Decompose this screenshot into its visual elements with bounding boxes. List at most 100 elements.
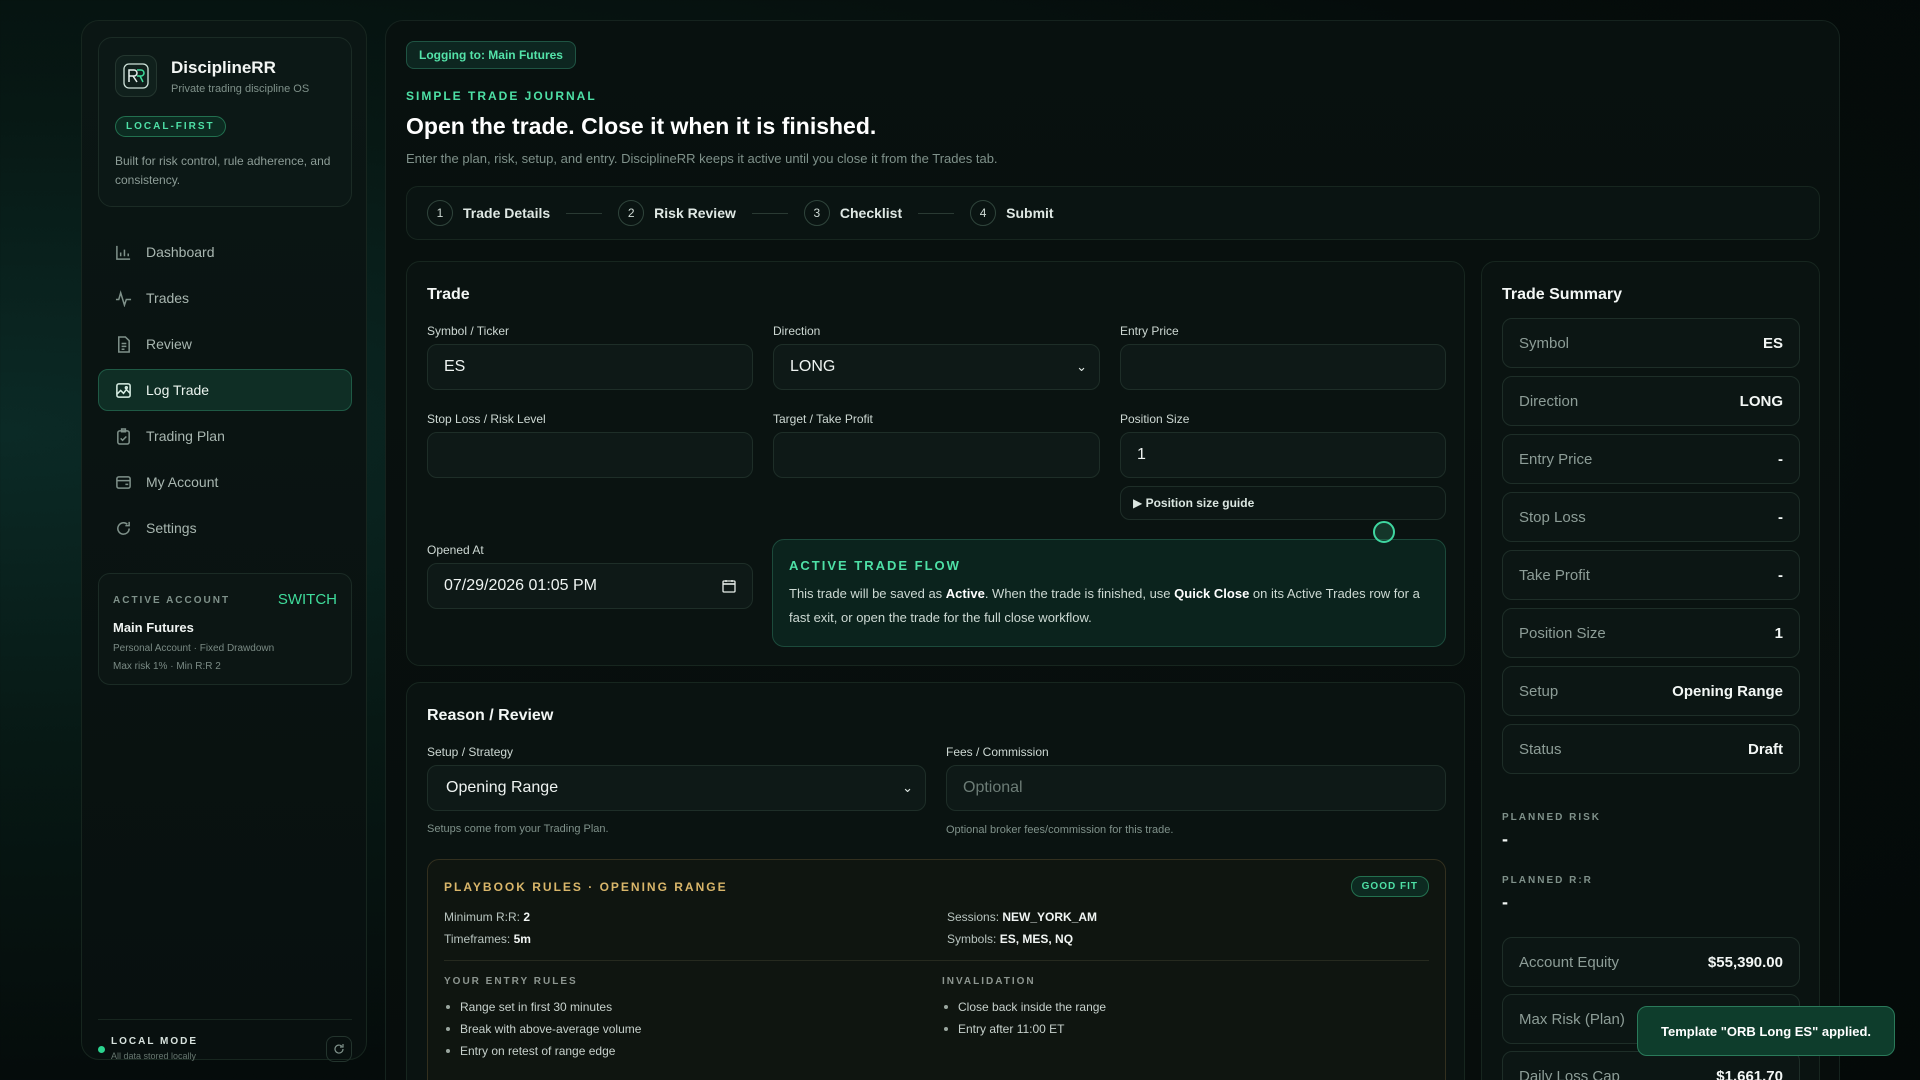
sidebar-item-my-account[interactable]: My Account <box>98 461 352 503</box>
step-label: Checklist <box>839 205 903 221</box>
sidebar-item-label: Trading Plan <box>146 428 225 444</box>
entry-rules-title: YOUR ENTRY RULES <box>444 976 578 987</box>
brand-logo-icon <box>123 63 149 89</box>
fees-label: Fees / Commission <box>946 745 1049 759</box>
playbook-min-rr: Minimum R:R: 2 <box>444 910 531 924</box>
target-input[interactable] <box>773 432 1100 478</box>
calendar-icon[interactable] <box>722 579 736 593</box>
trade-panel-title: Trade <box>427 286 470 303</box>
sidebar-item-label: Log Trade <box>146 382 210 398</box>
logging-to-pill: Logging to: Main Futures <box>406 41 576 69</box>
main-content: Logging to: Main Futures SIMPLE TRADE JO… <box>385 20 1840 1080</box>
step-number: 1 <box>427 200 453 226</box>
toast-notification[interactable]: Template "ORB Long ES" applied. <box>1637 1006 1895 1056</box>
step-checklist[interactable]: 3 Checklist <box>803 200 903 226</box>
local-first-badge: LOCAL-FIRST <box>115 116 226 137</box>
summary-row-entry-price: Entry Price - <box>1502 434 1800 484</box>
account-type: Personal Account · Fixed Drawdown <box>113 643 275 654</box>
opened-at-input[interactable]: 07/29/2026 01:05 PM <box>427 563 753 609</box>
stepper: 1 Trade Details 2 Risk Review 3 Checklis… <box>406 186 1820 240</box>
planned-risk-value: - <box>1502 829 1508 849</box>
clipboard-icon <box>117 427 130 445</box>
sidebar-item-dashboard[interactable]: Dashboard <box>98 231 352 273</box>
chevron-down-icon: ⌄ <box>1076 359 1087 374</box>
step-risk-review[interactable]: 2 Risk Review <box>618 200 736 226</box>
step-trade-details[interactable]: 1 Trade Details <box>427 200 550 226</box>
entry-price-label: Entry Price <box>1120 324 1179 338</box>
account-meta: Personal Account · Fixed Drawdown Max ri… <box>113 640 274 676</box>
stop-loss-input[interactable] <box>427 432 753 478</box>
symbol-label: Symbol / Ticker <box>427 324 510 338</box>
switch-account-button[interactable]: SWITCH <box>278 591 337 608</box>
sidebar-item-review[interactable]: Review <box>98 323 352 365</box>
brand-logo <box>115 55 157 97</box>
step-divider <box>566 212 603 214</box>
summary-row-status: Status Draft <box>1502 724 1800 774</box>
step-divider <box>751 212 788 214</box>
step-label: Submit <box>1006 205 1054 221</box>
summary-row-position-size: Position Size 1 <box>1502 608 1800 658</box>
fees-hint: Optional broker fees/commission for this… <box>946 824 1174 836</box>
setup-value: Opening Range <box>446 779 559 796</box>
position-size-input[interactable]: 1 <box>1120 432 1446 478</box>
planned-risk-label: PLANNED RISK <box>1502 812 1602 823</box>
setup-hint: Setups come from your Trading Plan. <box>427 823 609 835</box>
image-chart-icon <box>116 382 131 398</box>
step-submit[interactable]: 4 Submit <box>970 200 1054 226</box>
direction-label: Direction <box>773 324 821 338</box>
account-name: Main Futures <box>113 620 194 635</box>
sidebar-nav: Dashboard Trades Review Log Trade Tradin… <box>98 231 352 553</box>
position-size-label: Position Size <box>1120 412 1190 426</box>
sync-icon <box>334 1044 344 1054</box>
step-divider <box>918 212 955 214</box>
setup-label: Setup / Strategy <box>427 745 514 759</box>
target-label: Target / Take Profit <box>773 412 873 426</box>
summary-row-symbol: Symbol ES <box>1502 318 1800 368</box>
list-item: Break with above-average volume <box>444 1018 641 1040</box>
summary-row-direction: Direction LONG <box>1502 376 1800 426</box>
sidebar: DisciplineRR Private trading discipline … <box>81 20 367 1062</box>
sidebar-item-label: Settings <box>146 520 197 536</box>
status-dot-icon <box>98 1046 105 1053</box>
trade-summary-title: Trade Summary <box>1502 286 1623 303</box>
activity-icon <box>115 289 132 307</box>
entry-price-input[interactable] <box>1120 344 1446 390</box>
sidebar-item-trades[interactable]: Trades <box>98 277 352 319</box>
step-number: 2 <box>618 200 645 226</box>
list-item: Entry after 11:00 ET <box>942 1018 1106 1040</box>
playbook-sessions: Sessions: NEW_YORK_AM <box>947 910 1098 924</box>
symbol-input[interactable]: ES <box>427 344 753 390</box>
playbook-symbols: Symbols: ES, MES, NQ <box>947 932 1074 946</box>
bar-chart-icon <box>116 245 131 260</box>
list-item: Close back inside the range <box>942 996 1106 1018</box>
planned-rr-value: - <box>1502 892 1508 912</box>
invalidation-list: Close back inside the range Entry after … <box>942 996 1106 1040</box>
page-eyebrow: SIMPLE TRADE JOURNAL <box>406 89 597 103</box>
refresh-icon <box>117 521 130 535</box>
step-number: 4 <box>970 200 997 226</box>
wallet-icon <box>116 475 131 489</box>
sidebar-item-label: Trades <box>146 290 190 306</box>
step-label: Risk Review <box>654 205 736 221</box>
brand-name: DisciplineRR <box>171 58 276 77</box>
fees-input[interactable]: Optional <box>946 765 1446 811</box>
trade-summary-panel: Trade Summary Symbol ES Direction LONG Ent… <box>1481 261 1820 1080</box>
playbook-rules-card: PLAYBOOK RULES · OPENING RANGE GOOD FIT … <box>427 859 1446 1080</box>
sidebar-item-trading-plan[interactable]: Trading Plan <box>98 415 352 457</box>
sync-button[interactable] <box>326 1036 352 1062</box>
active-trade-flow-text: This trade will be saved as Active. When… <box>789 586 1420 625</box>
list-item: Entry on retest of range edge <box>444 1040 641 1062</box>
cursor-indicator <box>1373 521 1395 543</box>
page-title: Open the trade. Close it when it is fini… <box>406 113 877 139</box>
active-trade-flow-callout: ACTIVE TRADE FLOW This trade will be sav… <box>772 539 1446 647</box>
planned-rr-label: PLANNED R:R <box>1502 875 1593 886</box>
opened-at-label: Opened At <box>427 543 484 557</box>
stop-loss-label: Stop Loss / Risk Level <box>427 412 546 426</box>
position-size-guide-toggle[interactable]: ▶ Position size guide <box>1120 486 1446 520</box>
setup-select[interactable]: Opening Range ⌄ <box>427 765 926 811</box>
sidebar-item-settings[interactable]: Settings <box>98 507 352 549</box>
direction-select[interactable]: LONG ⌄ <box>773 344 1100 390</box>
sidebar-item-log-trade[interactable]: Log Trade <box>98 369 352 411</box>
account-rules: Max risk 1% · Min R:R 2 <box>113 661 221 672</box>
brand-tagline: Private trading discipline OS <box>171 83 310 95</box>
